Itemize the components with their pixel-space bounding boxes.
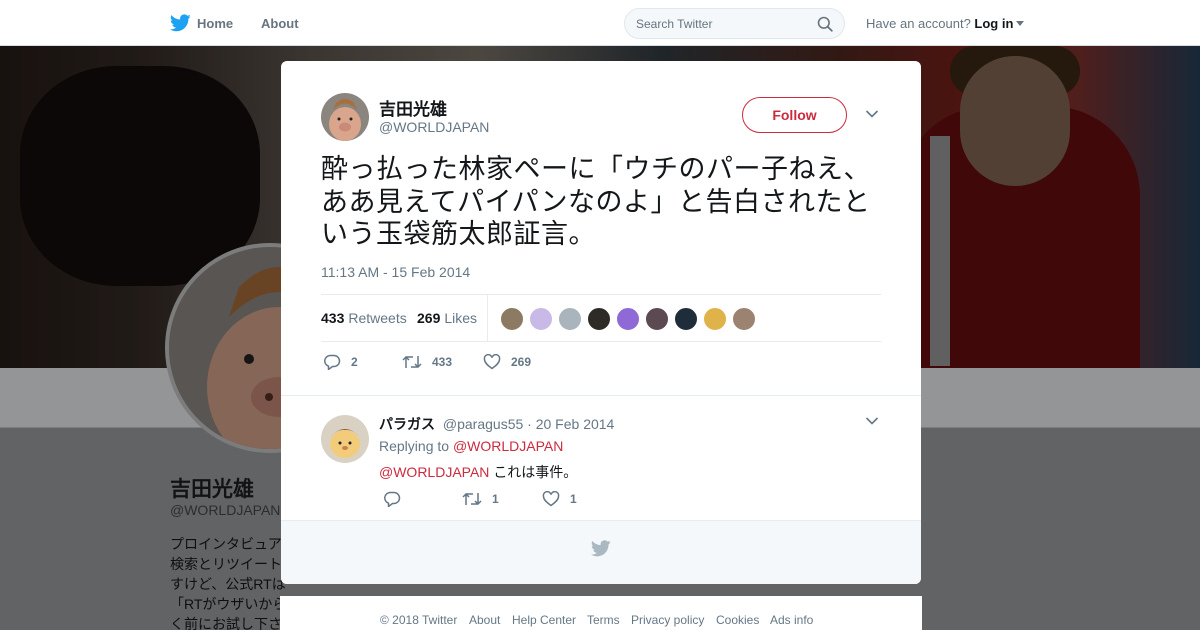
retweet-icon (462, 492, 482, 506)
tweet-author-handle[interactable]: @WORLDJAPAN (379, 119, 489, 135)
liker-avatar[interactable] (703, 307, 727, 331)
reply-like-button[interactable]: 1 (542, 491, 577, 507)
reply-author-avatar[interactable] (321, 415, 369, 463)
reply-body: これは事件。 (493, 464, 578, 480)
tweet-author-name[interactable]: 吉田光雄 (379, 95, 447, 120)
like-icon (542, 491, 560, 507)
like-count: 269 (511, 355, 532, 369)
tweet-timestamp[interactable]: 11:13 AM - 15 Feb 2014 (321, 264, 470, 280)
retweets-stat[interactable]: 433 Retweets (321, 310, 407, 326)
reply-icon (384, 491, 401, 507)
chevron-down-icon[interactable] (1016, 21, 1025, 26)
stats-divider (487, 295, 488, 342)
likes-count: 269 (417, 310, 441, 326)
top-navigation-bar: Home About Search Twitter Have an accoun… (0, 0, 1200, 46)
login-link[interactable]: Log in (974, 16, 1013, 31)
reply-author-handle[interactable]: @paragus55 (443, 416, 523, 432)
reply-header: パラガス @paragus55 · 20 Feb 2014 (379, 414, 614, 434)
liker-avatar[interactable] (645, 307, 669, 331)
liker-avatar[interactable] (529, 307, 553, 331)
reply-count: 2 (351, 355, 358, 369)
nav-about-link[interactable]: About (261, 16, 299, 31)
footer-help-link[interactable]: Help Center (512, 613, 576, 627)
account-area: Have an account? Log in (866, 16, 1025, 31)
have-account-text: Have an account? (866, 16, 971, 31)
reply-retweet-button[interactable]: 1 (462, 491, 499, 507)
retweet-button[interactable]: 433 (402, 354, 452, 370)
tweet-modal: 吉田光雄 @WORLDJAPAN Follow 酔っ払った林家ペーに「ウチのパー… (281, 61, 921, 584)
reply-date[interactable]: · 20 Feb 2014 (527, 416, 614, 432)
close-icon[interactable] (1153, 12, 1179, 38)
tweet-author-avatar[interactable] (321, 93, 369, 141)
twitter-bird-icon (170, 14, 191, 32)
search-placeholder: Search Twitter (636, 16, 713, 31)
liker-avatar[interactable] (616, 307, 640, 331)
follow-button[interactable]: Follow (742, 97, 847, 133)
reply-text: @WORLDJAPAN これは事件。 (379, 462, 577, 482)
chevron-down-icon[interactable] (865, 416, 879, 426)
footer-terms-link[interactable]: Terms (587, 613, 620, 627)
reply-mention-link[interactable]: @WORLDJAPAN (379, 464, 489, 480)
search-icon[interactable] (817, 16, 833, 32)
footer-cookies-link[interactable]: Cookies (716, 613, 759, 627)
likes-stat[interactable]: 269 Likes (417, 310, 477, 326)
reply-retweet-count: 1 (492, 492, 499, 506)
replying-to-link[interactable]: @WORLDJAPAN (453, 438, 563, 454)
retweet-icon (402, 355, 422, 369)
footer-about-link[interactable]: About (469, 613, 500, 627)
divider (281, 395, 921, 396)
search-input[interactable]: Search Twitter (624, 8, 845, 39)
retweet-count: 433 (432, 355, 453, 369)
tweet-stats: 433 Retweets 269 Likes (321, 294, 881, 342)
liker-avatar[interactable] (732, 307, 756, 331)
retweets-count: 433 (321, 310, 345, 326)
replying-to-label: Replying to (379, 438, 450, 454)
reply-author-name[interactable]: パラガス (379, 416, 435, 432)
retweets-label: Retweets (348, 310, 407, 326)
modal-footer (281, 520, 921, 584)
like-button[interactable]: 269 (483, 354, 531, 370)
footer-privacy-link[interactable]: Privacy policy (631, 613, 704, 627)
nav-home-label: Home (197, 15, 234, 31)
footer-ads-link[interactable]: Ads info (770, 613, 813, 627)
reply-button[interactable]: 2 (323, 354, 358, 370)
reply-like-count: 1 (570, 492, 577, 506)
tweet-text: 酔っ払った林家ペーに「ウチのパー子ねえ、ああ見えてパイパンなのよ」と告白されたと… (321, 154, 871, 249)
footer-copyright: © 2018 Twitter (380, 613, 458, 627)
reply-reply-button[interactable] (383, 491, 411, 507)
nav-home-link[interactable]: Home (170, 12, 233, 34)
site-footer: © 2018 Twitter About Help Center Terms P… (280, 596, 922, 630)
reply-icon (324, 354, 341, 370)
twitter-bird-icon (591, 540, 611, 557)
liker-avatar[interactable] (587, 307, 611, 331)
chevron-down-icon[interactable] (865, 109, 879, 119)
like-icon (483, 354, 501, 370)
liker-avatar[interactable] (500, 307, 524, 331)
liker-avatar[interactable] (674, 307, 698, 331)
replying-to: Replying to @WORLDJAPAN (379, 438, 563, 454)
liker-avatar[interactable] (558, 307, 582, 331)
likes-label: Likes (444, 310, 478, 326)
